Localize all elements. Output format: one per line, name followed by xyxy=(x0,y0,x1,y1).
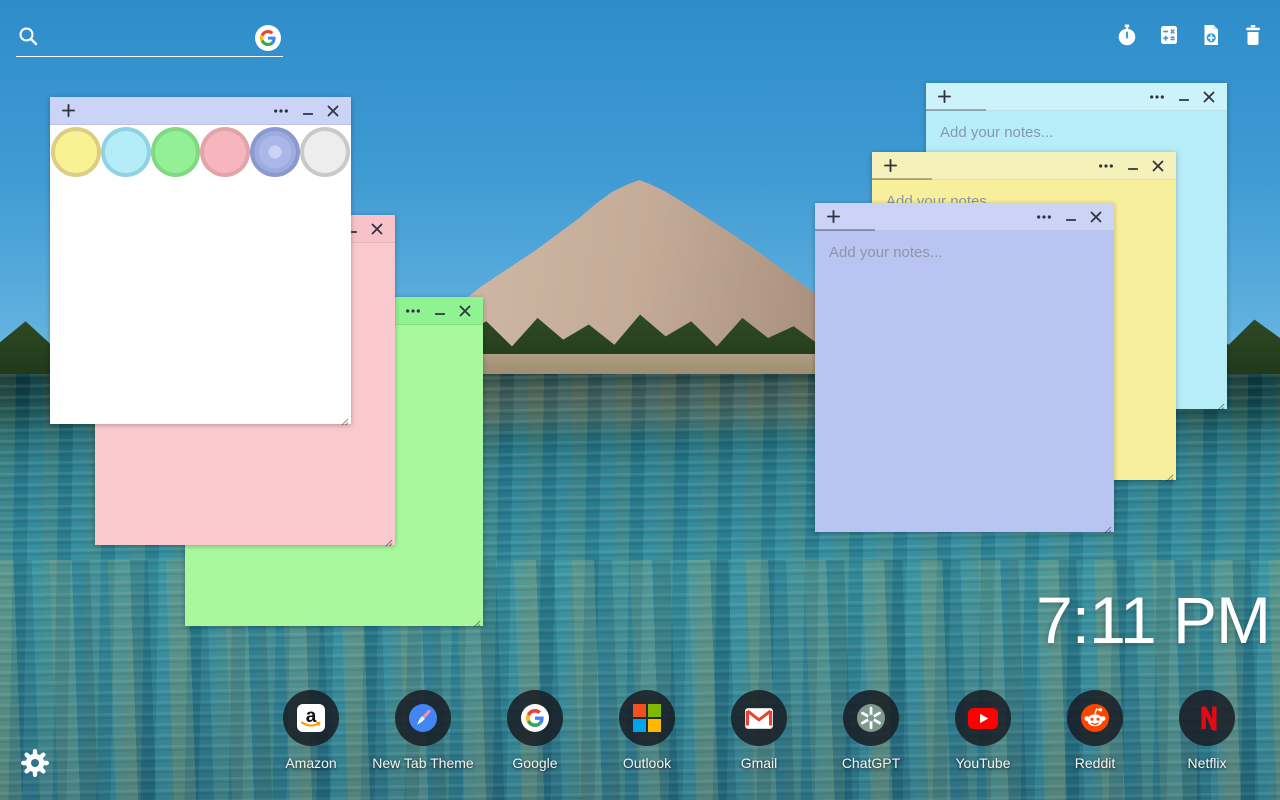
note-minimize-button[interactable] xyxy=(435,309,445,313)
note-menu-button[interactable] xyxy=(273,108,289,114)
sticky-note-new-with-color-picker[interactable] xyxy=(50,97,351,424)
shortcut-dock: a Amazon New Tab Theme Google Outlook Gm… xyxy=(261,690,1257,771)
note-titlebar xyxy=(926,83,1227,111)
color-swatch-white[interactable] xyxy=(300,127,350,177)
note-close-button[interactable] xyxy=(459,305,471,317)
note-menu-button[interactable] xyxy=(1149,94,1165,100)
timer-icon[interactable] xyxy=(1114,22,1140,48)
paintbrush-icon xyxy=(395,690,451,746)
note-close-button[interactable] xyxy=(371,223,383,235)
chatgpt-icon xyxy=(843,690,899,746)
shortcut-label: New Tab Theme xyxy=(372,755,474,771)
resize-handle[interactable] xyxy=(384,534,393,543)
sticky-note-periwinkle[interactable]: Add your notes... xyxy=(815,203,1114,532)
note-close-button[interactable] xyxy=(1152,160,1164,172)
resize-handle[interactable] xyxy=(1103,521,1112,530)
youtube-icon xyxy=(955,690,1011,746)
color-swatch-green[interactable] xyxy=(150,127,201,177)
color-swatch-yellow[interactable] xyxy=(51,127,101,177)
note-minimize-button[interactable] xyxy=(1066,215,1076,219)
note-body[interactable] xyxy=(50,125,351,424)
shortcut-label: Reddit xyxy=(1074,755,1116,771)
shortcut-label: Gmail xyxy=(740,755,778,771)
note-close-button[interactable] xyxy=(1203,91,1215,103)
resize-handle[interactable] xyxy=(1216,398,1225,407)
new-tab-page: Add your notes... Add your notes... Add … xyxy=(0,0,1280,800)
note-menu-button[interactable] xyxy=(1036,214,1052,220)
google-logo-icon[interactable] xyxy=(255,25,281,51)
note-menu-button[interactable] xyxy=(405,308,421,314)
top-action-bar xyxy=(1114,22,1266,48)
note-minimize-button[interactable] xyxy=(303,109,313,113)
shortcut-label: Google xyxy=(512,755,558,771)
shortcut-new-tab-theme[interactable]: New Tab Theme xyxy=(372,690,474,771)
netflix-icon xyxy=(1179,690,1235,746)
clock: 7:11 PM xyxy=(1036,583,1271,657)
color-picker xyxy=(50,125,351,179)
note-close-button[interactable] xyxy=(1090,211,1102,223)
note-placeholder: Add your notes... xyxy=(829,244,943,261)
shortcut-reddit[interactable]: Reddit xyxy=(1045,690,1145,771)
gear-icon xyxy=(20,749,50,781)
shortcut-youtube[interactable]: YouTube xyxy=(933,690,1033,771)
reddit-icon xyxy=(1067,690,1123,746)
settings-button[interactable] xyxy=(20,748,50,781)
shortcut-netflix[interactable]: Netflix xyxy=(1157,690,1257,771)
note-menu-button[interactable] xyxy=(1098,163,1114,169)
new-note-icon[interactable] xyxy=(1198,22,1224,48)
shortcut-google[interactable]: Google xyxy=(485,690,585,771)
search-bar xyxy=(16,20,283,57)
note-titlebar xyxy=(815,203,1114,231)
amazon-icon: a xyxy=(283,690,339,746)
note-titlebar xyxy=(872,152,1176,180)
shortcut-gmail[interactable]: Gmail xyxy=(709,690,809,771)
color-swatch-cyan[interactable] xyxy=(100,127,151,177)
google-icon xyxy=(507,690,563,746)
shortcut-label: ChatGPT xyxy=(841,755,901,771)
note-close-button[interactable] xyxy=(327,105,339,117)
note-placeholder: Add your notes... xyxy=(940,124,1054,141)
shortcut-label: YouTube xyxy=(955,755,1011,771)
shortcut-outlook[interactable]: Outlook xyxy=(597,690,697,771)
resize-handle[interactable] xyxy=(340,413,349,422)
search-input[interactable] xyxy=(46,28,247,48)
resize-handle[interactable] xyxy=(1165,469,1174,478)
shortcut-amazon[interactable]: a Amazon xyxy=(261,690,361,771)
add-note-button[interactable] xyxy=(827,210,840,223)
shortcut-label: Outlook xyxy=(622,755,672,771)
add-note-button[interactable] xyxy=(938,90,951,103)
note-minimize-button[interactable] xyxy=(1128,164,1138,168)
add-note-button[interactable] xyxy=(884,159,897,172)
shortcut-chatgpt[interactable]: ChatGPT xyxy=(821,690,921,771)
calculator-icon[interactable] xyxy=(1156,22,1182,48)
search-icon xyxy=(18,26,38,51)
note-minimize-button[interactable] xyxy=(1179,95,1189,99)
note-body[interactable]: Add your notes... xyxy=(815,231,1114,532)
outlook-icon xyxy=(619,690,675,746)
note-titlebar xyxy=(50,97,351,125)
shortcut-label: Netflix xyxy=(1187,755,1227,771)
color-swatch-pink[interactable] xyxy=(200,127,251,177)
gmail-icon xyxy=(731,690,787,746)
shortcut-label: Amazon xyxy=(285,755,337,771)
color-swatch-periwinkle-selected[interactable] xyxy=(250,127,301,177)
add-note-button[interactable] xyxy=(62,104,75,117)
resize-handle[interactable] xyxy=(472,615,481,624)
delete-all-icon[interactable] xyxy=(1240,22,1266,48)
